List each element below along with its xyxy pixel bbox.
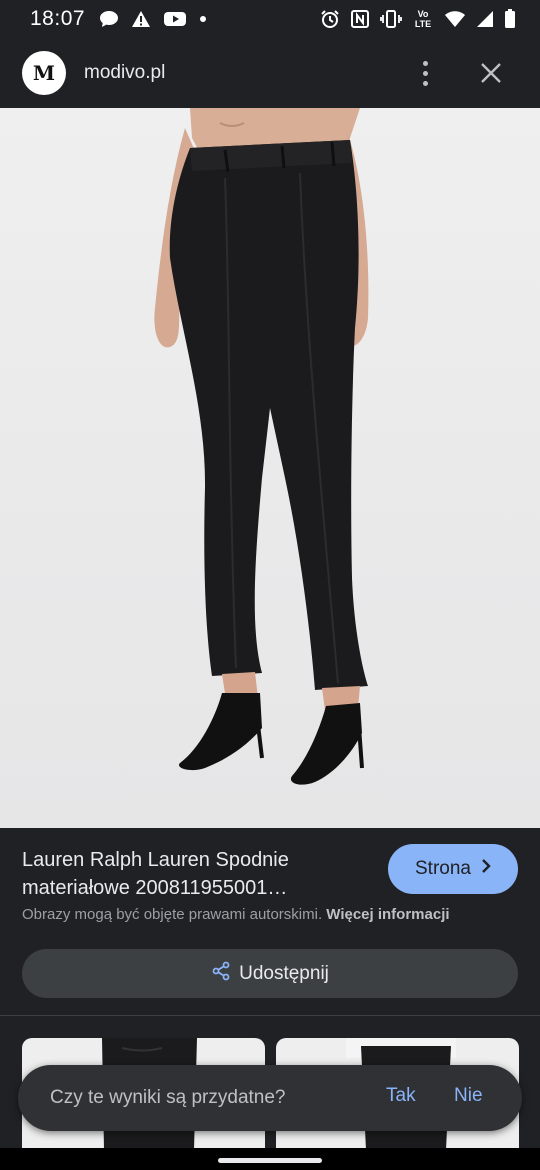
status-bar: 18:07 Vo LTE: [0, 0, 540, 38]
status-time: 18:07: [30, 7, 86, 30]
navigation-bar: [0, 1148, 540, 1170]
share-label: Udostępnij: [239, 962, 329, 984]
svg-text:Vo: Vo: [418, 9, 429, 19]
feedback-no-button[interactable]: Nie: [454, 1085, 483, 1107]
svg-text:LTE: LTE: [415, 19, 431, 29]
battery-icon: [504, 9, 516, 29]
close-icon[interactable]: [474, 56, 508, 90]
divider: [0, 1015, 540, 1016]
product-image[interactable]: [0, 108, 540, 828]
site-name[interactable]: modivo.pl: [84, 62, 165, 84]
alarm-icon: [320, 9, 340, 29]
copyright-note: Obrazy mogą być objęte prawami autorskim…: [22, 906, 450, 923]
youtube-icon: [163, 9, 187, 29]
signal-icon: [476, 9, 494, 29]
more-info-link[interactable]: Więcej informacji: [326, 906, 449, 923]
warning-icon: [131, 9, 151, 29]
feedback-yes-button[interactable]: Tak: [386, 1085, 416, 1107]
home-gesture-handle[interactable]: [218, 1158, 322, 1163]
vibrate-icon: [380, 9, 402, 29]
share-button[interactable]: Udostępnij: [22, 949, 518, 998]
nfc-icon: [350, 9, 370, 29]
wifi-icon: [444, 9, 466, 29]
copyright-text: Obrazy mogą być objęte prawami autorskim…: [22, 906, 323, 923]
site-logo[interactable]: M: [22, 51, 66, 95]
status-icons-left: [99, 9, 207, 29]
site-header: M modivo.pl: [0, 38, 540, 108]
product-title[interactable]: Lauren Ralph Lauren Spodnie materiałowe …: [22, 846, 372, 902]
visit-page-label: Strona: [415, 858, 471, 879]
feedback-toast: Czy te wyniki są przydatne? Tak Nie: [18, 1065, 522, 1131]
chevron-right-icon: [481, 858, 491, 880]
more-vert-icon[interactable]: [410, 58, 440, 88]
site-logo-letter: M: [32, 61, 56, 85]
volte-icon: Vo LTE: [412, 9, 434, 29]
dot-icon: [199, 9, 207, 29]
visit-page-button[interactable]: Strona: [388, 844, 518, 894]
image-info-panel: Lauren Ralph Lauren Spodnie materiałowe …: [0, 828, 540, 1018]
share-icon: [211, 961, 231, 987]
status-icons-right: Vo LTE: [320, 9, 516, 29]
feedback-question: Czy te wyniki są przydatne?: [50, 1087, 286, 1108]
screen: 18:07 Vo LTE M modivo.pl Lauren Ralph La…: [0, 0, 540, 1170]
chat-bubble-icon: [99, 9, 119, 29]
